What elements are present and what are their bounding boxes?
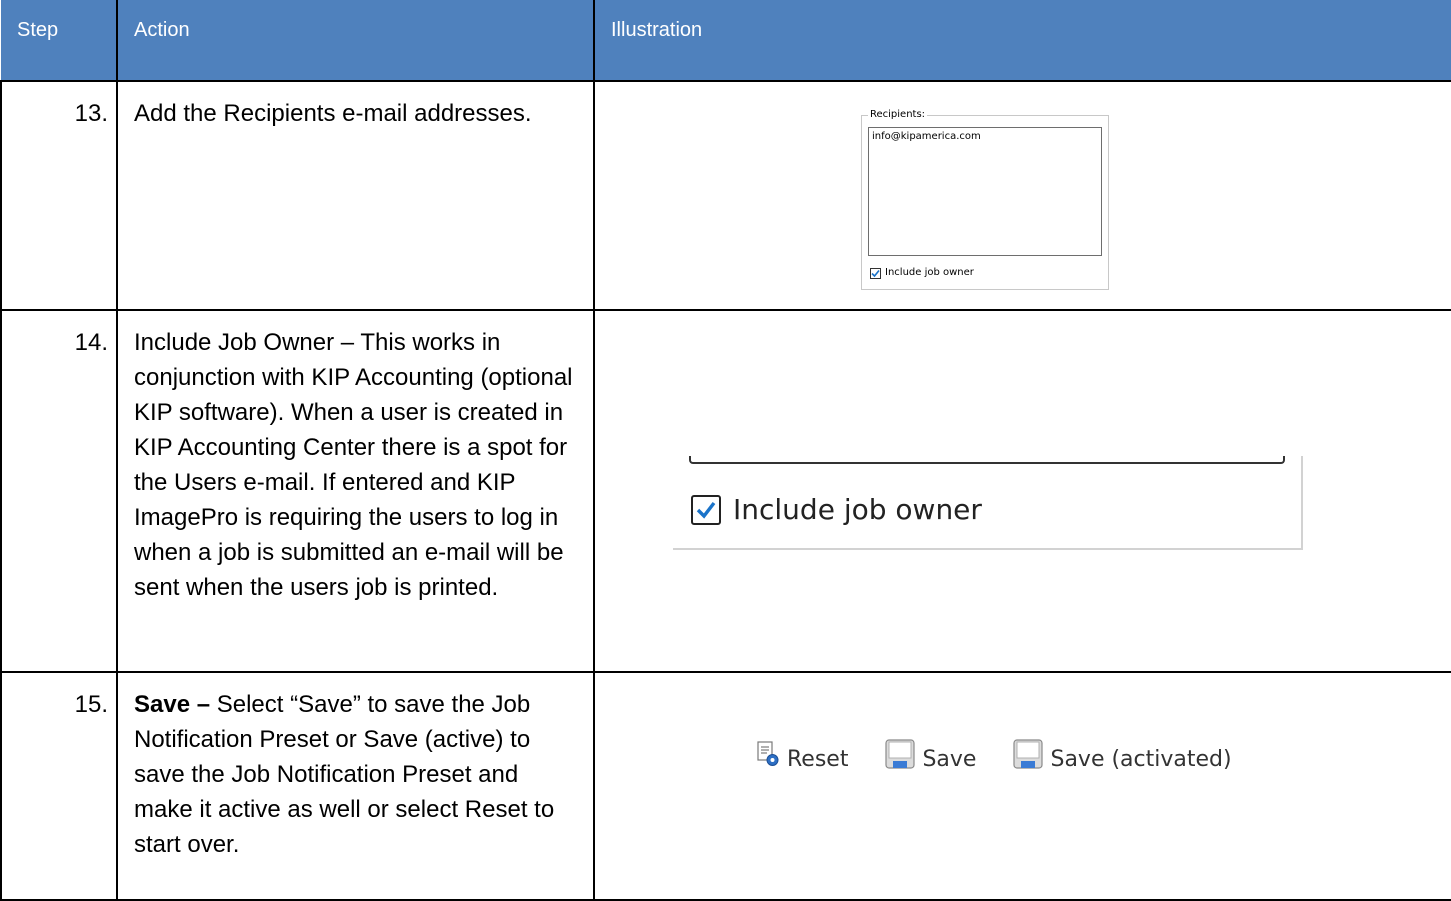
header-action: Action — [116, 0, 594, 82]
reset-icon — [755, 740, 781, 779]
action-text: Add the Recipients e-mail addresses. — [116, 80, 595, 311]
step-number: 13. — [0, 80, 118, 311]
recipients-textarea[interactable]: info@kipamerica.com — [868, 127, 1102, 256]
action-text: Save – Select “Save” to save the Job Not… — [116, 671, 595, 901]
header-step: Step — [1, 0, 117, 82]
include-job-owner-checkbox-row[interactable]: Include job owner — [870, 267, 974, 279]
reset-button[interactable]: Reset — [755, 740, 848, 779]
header-row: Step Action Illustration — [1, 0, 1451, 82]
table-row: 15. Save – Select “Save” to save the Job… — [0, 671, 1451, 901]
illustration-cell: Include job owner — [593, 309, 1451, 673]
header-illustration: Illustration — [593, 0, 1451, 82]
table-row: 13. Add the Recipients e-mail addresses.… — [0, 80, 1451, 311]
include-job-owner-label: Include job owner — [733, 493, 982, 526]
include-job-owner-zoom-panel: Include job owner — [673, 456, 1303, 550]
illustration-cell: Reset Save Save (activated) — [593, 671, 1451, 901]
table-row: 14. Include Job Owner – This works in co… — [0, 309, 1451, 673]
textarea-bottom-edge — [689, 456, 1285, 464]
instruction-table: Step Action Illustration 13. Add the Rec… — [0, 0, 1451, 901]
save-activated-label: Save (activated) — [1050, 747, 1232, 772]
include-job-owner-checkbox-row[interactable]: Include job owner — [691, 492, 982, 527]
save-button[interactable]: Save — [884, 738, 976, 781]
save-icon — [1012, 738, 1044, 781]
illustration-cell: Recipients: info@kipamerica.com Include … — [593, 80, 1451, 311]
preset-toolbar: Reset Save Save (activated) — [755, 738, 1232, 781]
recipients-group: Recipients: info@kipamerica.com Include … — [861, 109, 1109, 290]
reset-label: Reset — [787, 747, 849, 772]
include-job-owner-label: Include job owner — [885, 267, 974, 278]
checkbox-checked-icon[interactable] — [691, 494, 721, 525]
action-text: Include Job Owner – This works in conjun… — [116, 309, 595, 673]
save-activated-button[interactable]: Save (activated) — [1012, 738, 1232, 781]
action-bold-text: Save – — [134, 691, 211, 718]
save-label: Save — [922, 747, 977, 772]
checkbox-checked-icon[interactable] — [870, 267, 881, 279]
recipients-legend: Recipients: — [868, 109, 928, 121]
save-icon — [884, 738, 916, 781]
step-number: 15. — [0, 671, 118, 901]
step-number: 14. — [0, 309, 118, 673]
